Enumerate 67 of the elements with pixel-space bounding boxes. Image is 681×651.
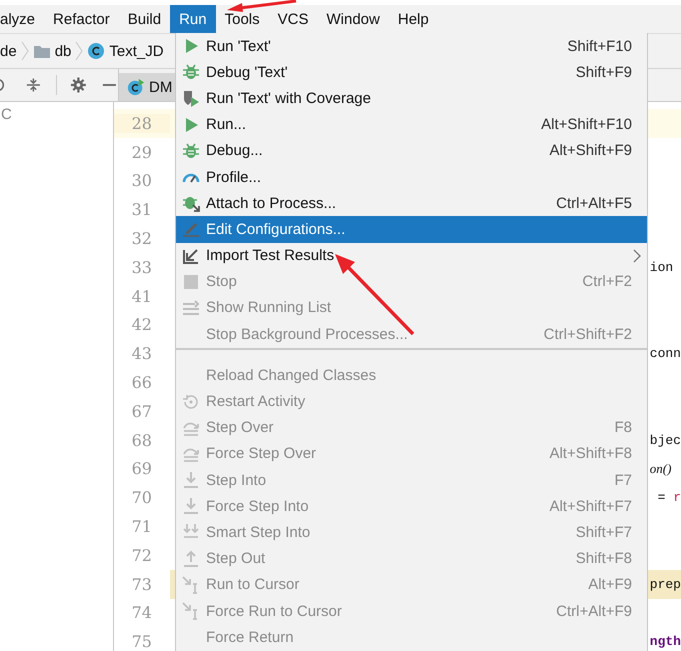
code-text: on()	[650, 460, 672, 477]
chevron-icon	[20, 41, 29, 61]
cursor-icon	[182, 576, 200, 594]
cursor-icon	[182, 602, 200, 620]
line-number: 42	[130, 315, 153, 334]
bug-icon	[182, 142, 200, 160]
line-number: 66	[130, 373, 153, 392]
settings-icon[interactable]	[70, 76, 88, 94]
menu-item[interactable]: Run 'Text' Shift+F10	[176, 33, 647, 60]
import-icon	[182, 246, 200, 265]
menu-bar-item[interactable]: Build	[118, 5, 170, 33]
step-out-icon	[182, 550, 200, 568]
line-number: 43	[130, 344, 153, 364]
step-into-icon	[182, 471, 200, 490]
bug-icon	[182, 194, 200, 212]
bug-icon	[182, 63, 200, 82]
line-number: 30	[130, 171, 153, 190]
line-number: 29	[130, 142, 153, 162]
code-text: bjec	[650, 432, 681, 448]
tree-item[interactable]: C	[0, 106, 12, 123]
line-number: 69	[130, 459, 153, 478]
pencil-icon	[182, 220, 200, 238]
line-number: 67	[130, 402, 153, 421]
step-into-icon	[182, 497, 200, 516]
restart-icon	[182, 392, 200, 411]
menu-item[interactable]: Import Test Results	[176, 242, 647, 269]
code-text: conn	[650, 346, 681, 362]
class-icon	[127, 78, 145, 96]
chevron-icon	[75, 41, 84, 61]
line-number: 70	[130, 488, 153, 508]
breadcrumb-item[interactable]: Text_JD	[109, 42, 164, 60]
menu-bar-item[interactable]: alyze	[0, 5, 44, 33]
line-number: 33	[130, 258, 153, 277]
stop-icon	[182, 272, 200, 291]
collapse-icon[interactable]	[24, 76, 42, 94]
menu-bar-item[interactable]: Tools	[216, 5, 269, 33]
menu-item[interactable]: Debug... Alt+Shift+F9	[176, 138, 647, 164]
line-number: 71	[130, 517, 153, 536]
chevron-icon	[633, 248, 641, 263]
menu-bar-item[interactable]: Run	[170, 5, 216, 33]
line-number: 68	[130, 430, 153, 450]
shield-icon	[182, 89, 200, 108]
menu-bar-item[interactable]: Refactor	[44, 5, 119, 33]
breadcrumb-item[interactable]: de	[0, 42, 17, 60]
menu-bar-item[interactable]: Help	[388, 5, 438, 33]
arrow-drawing	[226, 0, 298, 13]
line-number: 72	[130, 546, 153, 565]
code-text: ngth	[650, 634, 681, 650]
line-number: 41	[130, 286, 153, 306]
line-number: 32	[130, 229, 153, 248]
code-text: prep	[650, 576, 681, 592]
line-number: 75	[130, 632, 153, 651]
menu-item[interactable]: Edit Configurations...	[176, 216, 647, 242]
menu-bar-item[interactable]: VCS	[268, 5, 318, 33]
line-number: 31	[130, 200, 153, 220]
code-text: = r	[656, 490, 681, 506]
code-text: ion	[650, 260, 674, 275]
menu-item[interactable]: Attach to Process... Ctrl+Alt+F5	[176, 190, 647, 216]
menu-item[interactable]: Run... Alt+Shift+F10	[176, 112, 647, 138]
menu-bar-item[interactable]: Window	[318, 5, 389, 33]
line-number: 28	[114, 114, 170, 133]
class-icon	[87, 42, 106, 60]
line-number: 74	[130, 603, 153, 622]
line-number: 73	[130, 574, 153, 594]
breadcrumb-item[interactable]: db	[54, 42, 72, 60]
list-icon	[182, 298, 200, 317]
menu-item[interactable]: Profile...	[176, 164, 647, 190]
